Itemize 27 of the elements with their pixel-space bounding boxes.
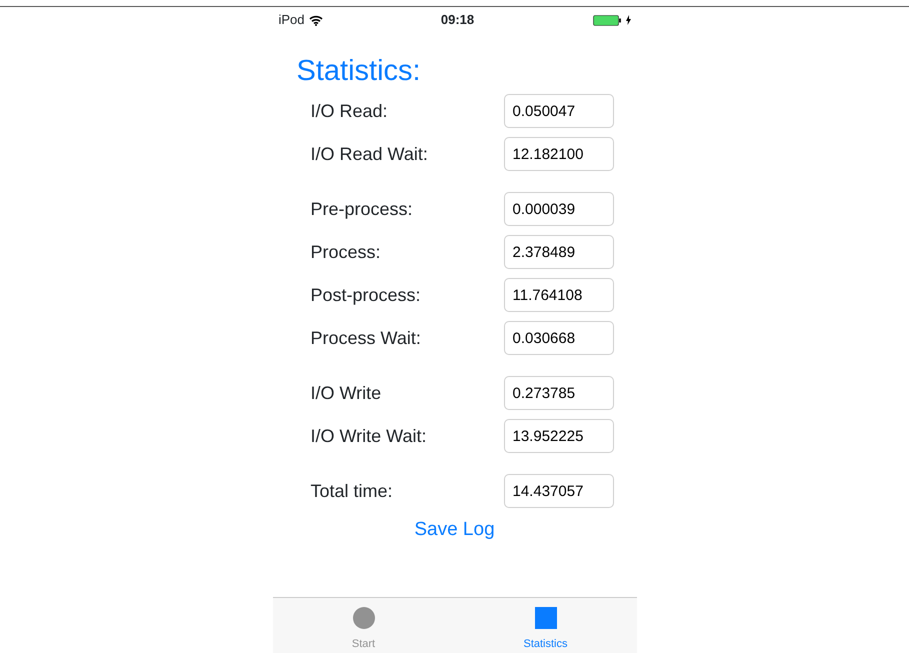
value-field[interactable]: 13.952225 (504, 419, 614, 453)
wifi-icon (308, 14, 323, 26)
value-field[interactable]: 11.764108 (504, 278, 614, 312)
value-field[interactable]: 14.437057 (504, 474, 614, 508)
field-label: Total time: (310, 480, 394, 502)
value-field[interactable]: 0.030668 (504, 321, 614, 355)
field-label: I/O Write Wait: (310, 424, 428, 448)
field-label: Process Wait: (310, 326, 422, 350)
circle-icon (352, 606, 374, 629)
field-label: Pre-process: (310, 198, 414, 221)
status-time: 09:18 (440, 11, 474, 30)
value-field[interactable]: 0.050047 (504, 94, 614, 128)
battery-icon (592, 14, 622, 26)
carrier-name: iPod (278, 11, 305, 30)
screen-title: Statistics: (296, 57, 422, 86)
value-field[interactable]: 0.000039 (504, 192, 614, 226)
field-label: I/O Read Wait: (310, 142, 429, 166)
value-field[interactable]: 0.273785 (504, 376, 614, 410)
save-log-button[interactable]: Save Log (414, 516, 495, 544)
field-label: I/O Read: (310, 100, 389, 122)
field-label: Process: (310, 240, 382, 264)
value-field[interactable]: 2.378489 (504, 235, 614, 269)
tab[interactable]: Statistics (454, 598, 636, 653)
value-field[interactable]: 12.182100 (504, 137, 614, 171)
field-label: I/O Write (310, 382, 382, 404)
field-label: Post-process: (310, 284, 422, 307)
square-icon (534, 606, 556, 629)
